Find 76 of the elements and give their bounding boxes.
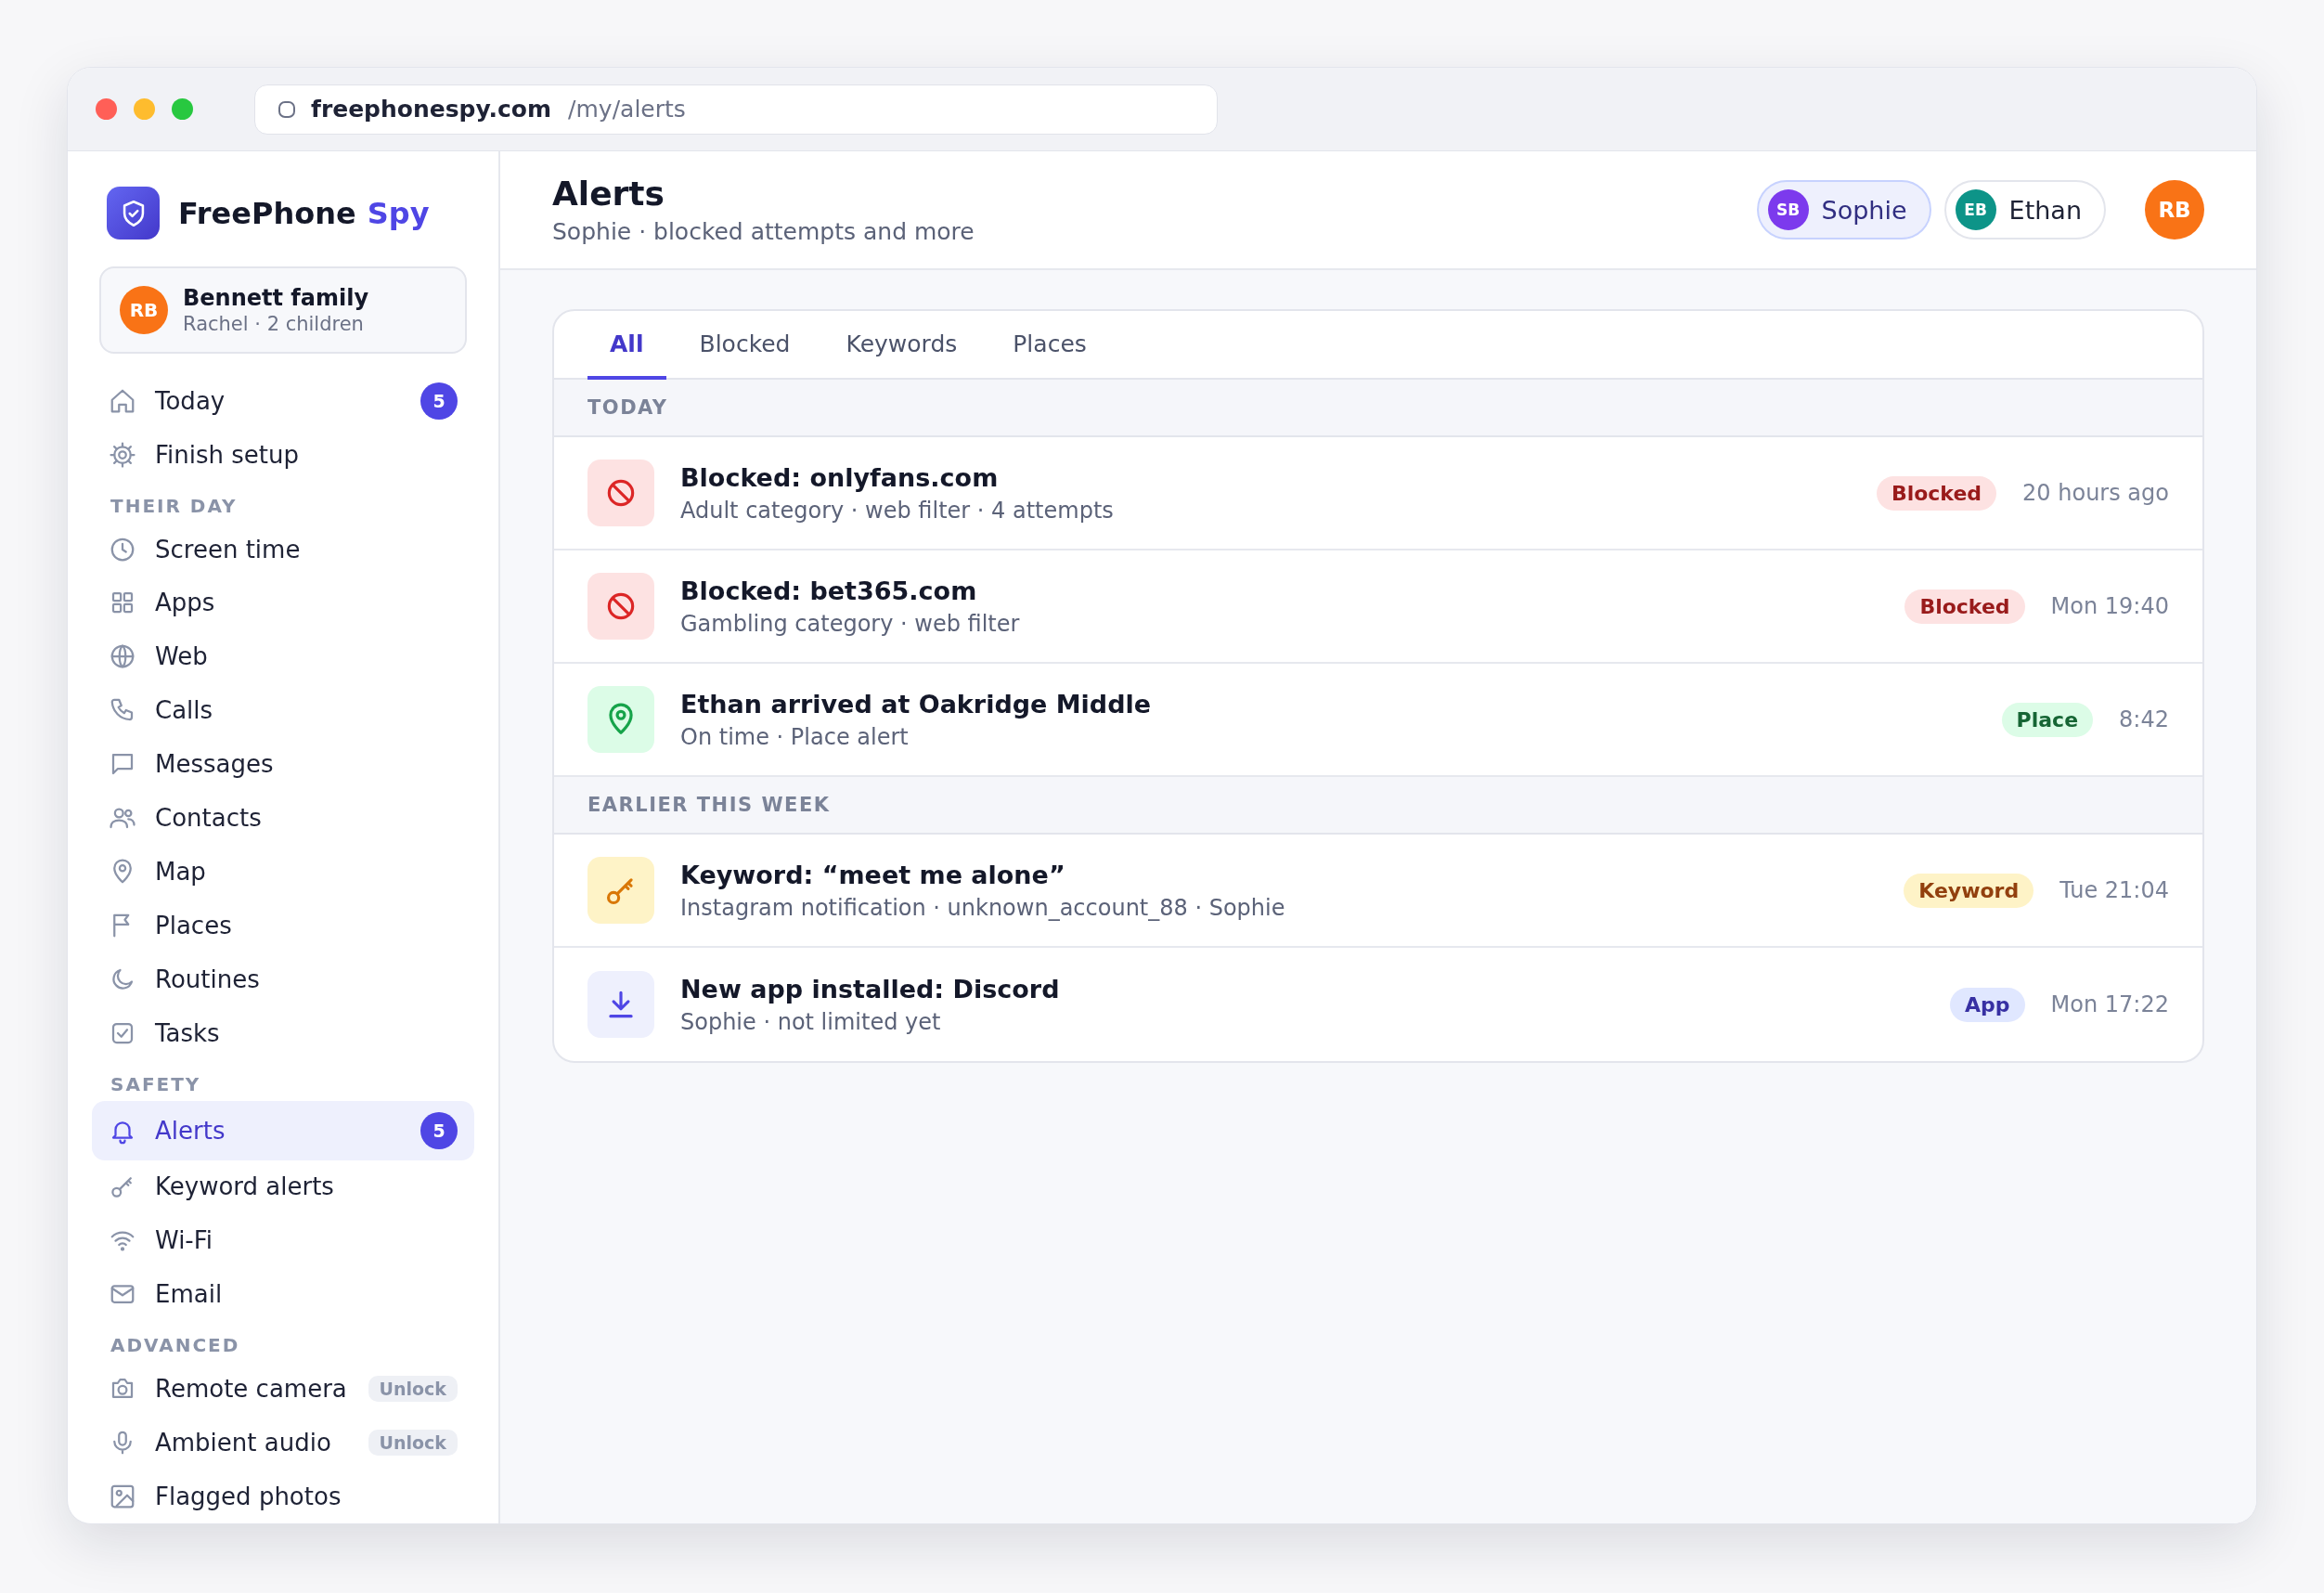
section-label: ADVANCED: [110, 1334, 241, 1357]
status-tag: App: [1950, 987, 2025, 1022]
alert-time: Tue 21:04: [2059, 877, 2169, 903]
logo-icon: [107, 187, 160, 240]
alert-time: 20 hours ago: [2022, 480, 2169, 506]
section-label: SAFETY: [110, 1072, 202, 1095]
url-path: /my/alerts: [568, 96, 686, 123]
alert-row[interactable]: Blocked: bet365.com Gambling category · web filter Blocked Mon 19:40: [554, 550, 2202, 664]
count-badge: 5: [420, 1111, 458, 1149]
tab[interactable]: Places: [990, 311, 1109, 380]
brand-name: FreePhone: [178, 195, 356, 231]
alert-time: Mon 19:40: [2050, 593, 2169, 619]
alert-detail: Sophie · not limited yet: [680, 1008, 942, 1035]
account-name: Bennett family: [183, 284, 369, 311]
status-tag: Blocked: [1876, 475, 1997, 511]
page-title: Alerts: [552, 175, 665, 213]
alert-title: Blocked: onlyfans.com: [680, 462, 1000, 492]
nav-item[interactable]: Remote camera Unlock: [92, 1362, 474, 1417]
alert-time: Mon 17:22: [2050, 991, 2169, 1017]
nav-item[interactable]: Alerts 5: [92, 1100, 474, 1160]
alert-detail: Instagram notification · unknown_account_88 · Sophie: [680, 894, 1286, 921]
page-subtitle: Sophie · blocked attempts and more: [552, 218, 975, 245]
nav-item[interactable]: Calls: [92, 683, 474, 738]
nav-item[interactable]: Screen time: [92, 522, 474, 576]
nav-item[interactable]: Email: [92, 1267, 474, 1322]
alert-row[interactable]: Keyword: “meet me alone” Instagram notification · unknown_account_88 · Sophie Keyword Tue 21:04: [554, 835, 2202, 948]
alert-detail: On time · Place alert: [680, 723, 910, 750]
section-heading: EARLIER THIS WEEK: [587, 794, 831, 816]
section-label: THEIR DAY: [110, 494, 239, 517]
address-bar[interactable]: freephonespy.com /my/alerts: [254, 84, 1218, 135]
gear-icon: [109, 440, 136, 469]
status-tag: Keyword: [1904, 873, 2034, 908]
nav-item[interactable]: Flagged photos: [92, 1470, 474, 1523]
alert-row[interactable]: New app installed: Discord Sophie · not limited yet App Mon 17:22: [554, 948, 2202, 1061]
alert-detail: Adult category · web filter · 4 attempts: [680, 497, 1115, 524]
nav-item[interactable]: Routines: [92, 952, 474, 1006]
nav-item[interactable]: Keyword alerts: [92, 1159, 474, 1214]
nav-item[interactable]: Map: [92, 845, 474, 899]
alert-detail: Gambling category · web filter: [680, 610, 1021, 637]
nav-item[interactable]: Apps: [92, 576, 474, 630]
avatar: RB: [120, 285, 168, 334]
status-tag: Place: [2001, 702, 2094, 737]
nav-item[interactable]: Ambient audio Unlock: [92, 1416, 474, 1470]
alert-time: 8:42: [2119, 706, 2169, 732]
minimize-button[interactable]: [134, 98, 155, 120]
nav-item[interactable]: Wi-Fi: [92, 1213, 474, 1268]
nav-item[interactable]: Today 5: [92, 373, 474, 428]
child-chip[interactable]: EB Ethan: [1943, 180, 2106, 240]
alert-title: New app installed: Discord: [680, 974, 1061, 1004]
close-button[interactable]: [96, 98, 117, 120]
avatar: SB: [1767, 189, 1809, 230]
alert-title: Ethan arrived at Oakridge Middle: [680, 689, 1153, 719]
alert-title: Keyword: “meet me alone”: [680, 860, 1066, 889]
unlock-tag: Unlock: [368, 1430, 458, 1457]
alert-row[interactable]: Blocked: onlyfans.com Adult category · web filter · 4 attempts Blocked 20 hours ago: [554, 437, 2202, 550]
nav-item[interactable]: Finish setup: [92, 427, 474, 482]
maximize-button[interactable]: [172, 98, 193, 120]
nav-item[interactable]: Messages: [92, 737, 474, 792]
alert-title: Blocked: bet365.com: [680, 576, 978, 605]
nav-item[interactable]: Web: [92, 629, 474, 684]
unlock-tag: Unlock: [368, 1376, 458, 1403]
image-icon: [109, 1483, 136, 1510]
section-heading: TODAY: [587, 396, 668, 419]
tab[interactable]: Blocked: [677, 311, 813, 380]
child-chip[interactable]: SB Sophie: [1756, 180, 1931, 240]
account-card[interactable]: RB Bennett family Rachel · 2 children: [99, 266, 467, 354]
account-subtitle: Rachel · 2 children: [183, 312, 365, 335]
nav-item[interactable]: Contacts: [92, 791, 474, 845]
nav-item[interactable]: Places: [92, 898, 474, 952]
url-domain: freephonespy.com: [311, 96, 552, 123]
count-badge: 5: [420, 382, 458, 420]
brand-name: Spy: [367, 195, 430, 231]
tab[interactable]: Keywords: [823, 311, 980, 380]
status-tag: Blocked: [1904, 589, 2025, 624]
nav-item[interactable]: Tasks: [92, 1005, 474, 1060]
avatar: EB: [1955, 189, 1996, 230]
